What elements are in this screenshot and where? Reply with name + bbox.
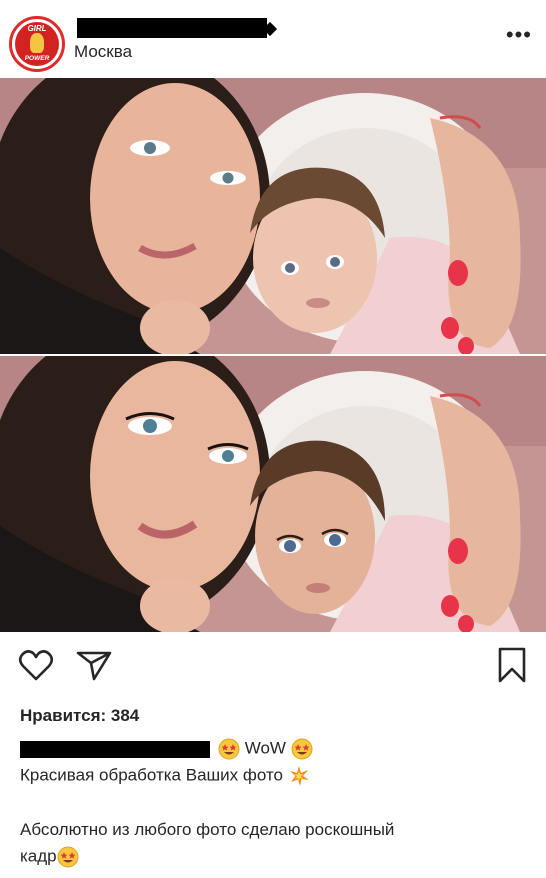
post-photo-edited[interactable] bbox=[0, 356, 546, 632]
sparkle-burst-emoji-icon bbox=[289, 766, 309, 786]
caption-line-4-text: кадр bbox=[20, 846, 57, 866]
paper-plane-icon[interactable] bbox=[74, 645, 114, 685]
caption-username-redacted[interactable] bbox=[20, 741, 210, 758]
caption-line-2-text: Красивая обработка Ваших фото bbox=[20, 765, 283, 785]
avatar-top-text: GIRL bbox=[27, 24, 47, 33]
username-redacted[interactable] bbox=[77, 18, 267, 38]
caption-line-2: Красивая обработка Ваших фото bbox=[20, 765, 310, 787]
star-struck-emoji-icon bbox=[291, 738, 313, 760]
post-actions bbox=[0, 645, 546, 695]
location-link[interactable]: Москва bbox=[74, 42, 132, 62]
avatar[interactable]: GIRL POWER bbox=[9, 16, 65, 72]
likes-count[interactable]: Нравится: 384 bbox=[20, 706, 139, 726]
caption-line-1: WoW bbox=[20, 738, 540, 762]
avatar-bottom-text: POWER bbox=[24, 55, 50, 62]
bookmark-icon[interactable] bbox=[492, 645, 532, 685]
caption-wow-text: WoW bbox=[244, 738, 286, 758]
caption-line-4: кадр bbox=[20, 846, 79, 868]
star-struck-emoji-icon bbox=[218, 738, 240, 760]
caption-wow: WoW bbox=[218, 738, 313, 760]
star-struck-emoji-icon bbox=[57, 846, 79, 868]
post-header: GIRL POWER Москва ••• bbox=[0, 0, 546, 76]
heart-icon[interactable] bbox=[16, 645, 56, 685]
caption-line-3: Абсолютно из любого фото сделаю роскошны… bbox=[20, 820, 395, 839]
more-horizontal-icon[interactable]: ••• bbox=[506, 24, 532, 46]
avatar-figure bbox=[30, 33, 44, 53]
post-photo-original[interactable] bbox=[0, 78, 546, 354]
